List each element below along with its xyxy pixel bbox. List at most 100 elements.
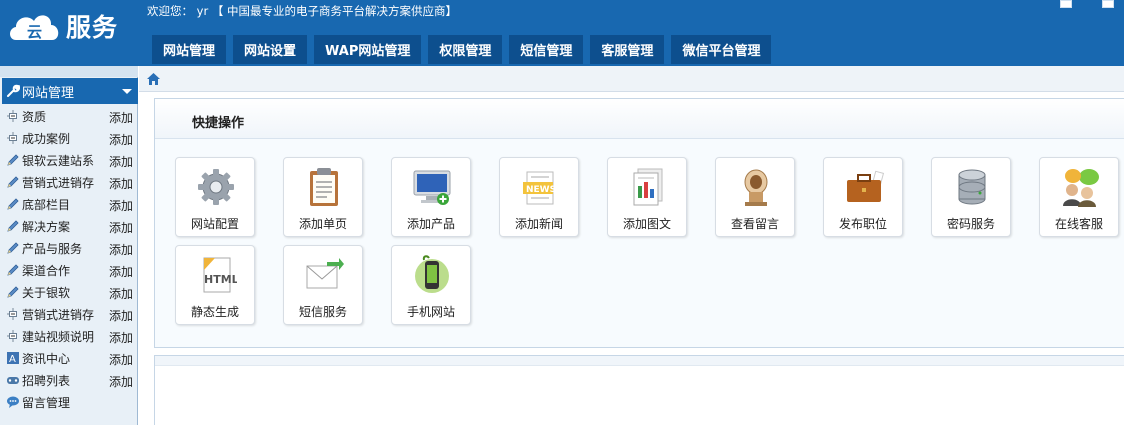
tile-label: 密码服务: [946, 217, 995, 231]
sidebar-item-label[interactable]: 招聘列表: [22, 372, 70, 389]
sidebar-add-link[interactable]: 添加: [109, 263, 133, 280]
sidebar-title: 网站管理: [22, 85, 75, 101]
sidebar-item[interactable]: A 资讯中心 添加: [0, 347, 138, 369]
sidebar-item-label[interactable]: 渠道合作: [22, 262, 70, 279]
quick-action-tile[interactable]: 短信服务: [283, 245, 363, 325]
tile-label: 添加单页: [298, 217, 347, 231]
home-icon[interactable]: [147, 73, 160, 85]
window-icon[interactable]: [1102, 0, 1114, 8]
sidebar-item[interactable]: 底部栏目 添加: [0, 193, 138, 215]
sidebar-item-label[interactable]: 解决方案: [22, 218, 70, 235]
sidebar-item[interactable]: 营销式进销存 添加: [0, 171, 138, 193]
sidebar-item-label[interactable]: 成功案例: [22, 130, 70, 147]
sidebar-section-header[interactable]: 网站管理: [2, 78, 138, 104]
sidebar-add-link[interactable]: 添加: [109, 153, 133, 170]
lower-panel-strip: [155, 356, 1124, 366]
sidebar-item-label[interactable]: 营销式进销存: [22, 306, 94, 323]
sidebar-add-link[interactable]: 添加: [109, 131, 133, 148]
sidebar-add-link[interactable]: 添加: [109, 307, 133, 324]
svg-text:云: 云: [27, 23, 42, 41]
nav-tab-wap[interactable]: WAP网站管理: [314, 35, 422, 64]
sidebar-item-label[interactable]: 资质: [22, 108, 46, 125]
tree-node-icon: [6, 109, 20, 123]
sidebar-item[interactable]: 资质 添加: [0, 105, 138, 127]
quick-action-tile[interactable]: 查看留言: [715, 157, 795, 237]
window-icon[interactable]: [1060, 0, 1072, 8]
news-icon: A: [6, 351, 20, 365]
pencil-icon: [6, 153, 20, 167]
tree-node-icon: [6, 131, 20, 145]
sidebar-item-label[interactable]: 建站视频说明: [22, 328, 94, 345]
tile-label: 网站配置: [190, 217, 239, 231]
sidebar-item-label[interactable]: 留言管理: [22, 394, 70, 411]
news-icon: NEWS: [519, 166, 561, 208]
sidebar-item[interactable]: 关于银软 添加: [0, 281, 138, 303]
nav-tab-site-settings[interactable]: 网站设置: [233, 35, 308, 64]
cloud-logo-icon: 云: [10, 15, 59, 41]
sidebar-add-link[interactable]: 添加: [109, 373, 133, 390]
pencil-icon: [6, 263, 20, 277]
support-chat-icon: [1059, 166, 1101, 208]
document-chart-icon: [627, 166, 669, 208]
sidebar-item-label[interactable]: 资讯中心: [22, 350, 70, 367]
sidebar-add-link[interactable]: 添加: [109, 351, 133, 368]
tile-label: 查看留言: [730, 217, 779, 231]
sidebar-item[interactable]: 成功案例 添加: [0, 127, 138, 149]
quick-action-tile[interactable]: 添加图文: [607, 157, 687, 237]
html-icon: HTML: [195, 254, 239, 296]
sidebar-add-link[interactable]: 添加: [109, 285, 133, 302]
nav-tab-sms[interactable]: 短信管理: [509, 35, 584, 64]
tile-label: 手机网站: [406, 305, 455, 319]
sidebar-item[interactable]: 招聘列表 添加: [0, 369, 138, 391]
mail-icon: [303, 254, 345, 296]
sidebar-add-link[interactable]: 添加: [109, 329, 133, 346]
svg-text:NEWS: NEWS: [526, 185, 556, 195]
tile-label: 在线客服: [1054, 217, 1103, 231]
sidebar-item-label[interactable]: 营销式进销存: [22, 174, 94, 191]
sidebar-item[interactable]: 解决方案 添加: [0, 215, 138, 237]
caret-down-icon: [122, 89, 132, 94]
sidebar-item[interactable]: 留言管理: [0, 391, 138, 413]
quick-action-tile[interactable]: 添加单页: [283, 157, 363, 237]
quick-action-tile[interactable]: HTML 静态生成: [175, 245, 255, 325]
sidebar-item[interactable]: 建站视频说明 添加: [0, 325, 138, 347]
sidebar-item[interactable]: 产品与服务 添加: [0, 237, 138, 259]
chat-icon: [6, 395, 20, 409]
sidebar-item-label[interactable]: 底部栏目: [22, 196, 70, 213]
quick-action-tile[interactable]: 网站配置: [175, 157, 255, 237]
pencil-icon: [6, 197, 20, 211]
sidebar-add-link[interactable]: 添加: [109, 175, 133, 192]
gear-icon: [195, 166, 237, 208]
message-icon: [735, 166, 777, 208]
lower-panel: [154, 355, 1124, 425]
nav-tab-wechat[interactable]: 微信平台管理: [671, 35, 772, 64]
sidebar-add-link[interactable]: 添加: [109, 109, 133, 126]
tile-label: 添加新闻: [514, 217, 563, 231]
quick-action-tile[interactable]: 发布职位: [823, 157, 903, 237]
svg-text:A: A: [9, 354, 16, 365]
tile-label: 添加图文: [622, 217, 671, 231]
sidebar-item-label[interactable]: 银软云建站系: [22, 152, 94, 169]
monitor-icon: [411, 166, 453, 208]
nav-tab-site-manage[interactable]: 网站管理: [152, 35, 227, 64]
sidebar-item[interactable]: 银软云建站系 添加: [0, 149, 138, 171]
sidebar-item[interactable]: 营销式进销存 添加: [0, 303, 138, 325]
sidebar-add-link[interactable]: 添加: [109, 197, 133, 214]
quick-action-tile[interactable]: 手机网站: [391, 245, 471, 325]
nav-tab-customer-service[interactable]: 客服管理: [590, 35, 665, 64]
database-icon: [951, 166, 993, 208]
nav-tab-permissions[interactable]: 权限管理: [428, 35, 503, 64]
tree-node-icon: [6, 329, 20, 343]
sidebar-item[interactable]: 渠道合作 添加: [0, 259, 138, 281]
sidebar-item-label[interactable]: 产品与服务: [22, 240, 82, 257]
quick-action-tile[interactable]: NEWS 添加新闻: [499, 157, 579, 237]
svg-text:HTML: HTML: [204, 273, 237, 286]
quick-action-tile[interactable]: 添加产品: [391, 157, 471, 237]
mobile-icon: [411, 254, 453, 296]
quick-action-tile[interactable]: 密码服务: [931, 157, 1011, 237]
clipboard-icon: [303, 166, 345, 208]
sidebar-add-link[interactable]: 添加: [109, 241, 133, 258]
sidebar-add-link[interactable]: 添加: [109, 219, 133, 236]
quick-action-tile[interactable]: 在线客服: [1039, 157, 1119, 237]
sidebar-item-label[interactable]: 关于银软: [22, 284, 70, 301]
